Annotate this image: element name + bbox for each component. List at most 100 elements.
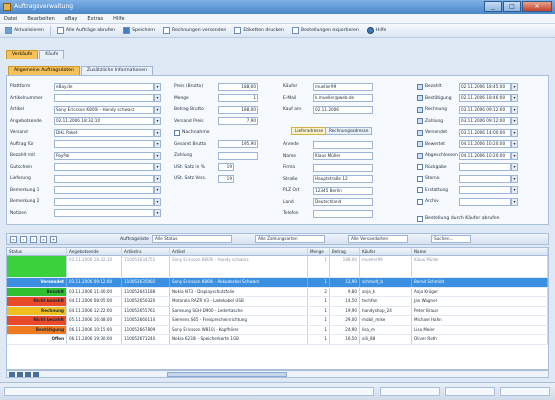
- status-checkbox[interactable]: [417, 129, 423, 136]
- column-header[interactable]: Betrag: [330, 248, 360, 255]
- field-input[interactable]: [54, 163, 154, 171]
- status-date-input[interactable]: 03.11.2006 09:12:00: [459, 105, 511, 114]
- field-input[interactable]: 12345 Berlin: [313, 186, 373, 195]
- status-date-input[interactable]: [459, 163, 511, 171]
- tab-sales[interactable]: Verkäufe: [6, 50, 39, 59]
- field-input[interactable]: eBay.de: [54, 82, 154, 91]
- maximize-button[interactable]: □: [503, 1, 521, 12]
- field-input[interactable]: [313, 140, 373, 149]
- field-input[interactable]: Sony Ericsson K800i - Handy schwarz: [54, 105, 154, 114]
- table-row[interactable]: 02.11.2006 18:32:10 110052634751 Sony Eric…: [7, 256, 548, 278]
- status-date-input[interactable]: [459, 186, 511, 194]
- table-row[interactable]: Nicht bezahlt 04.11.2006 08:05:00 11005265…: [7, 297, 548, 307]
- tab-purchases[interactable]: Käufe: [39, 50, 65, 59]
- column-header[interactable]: Artikel: [170, 248, 308, 255]
- field-input[interactable]: mueller99: [313, 82, 373, 91]
- status-checkbox[interactable]: [417, 198, 423, 205]
- record-nav-last[interactable]: [33, 371, 39, 377]
- column-header[interactable]: Käufer: [360, 248, 412, 255]
- table-row[interactable]: Offen 06.11.2006 19:30:00 110052671240 Noki…: [7, 335, 548, 345]
- field-input[interactable]: Hauptstraße 12: [313, 175, 373, 183]
- menu-item-extras[interactable]: Extras: [87, 16, 103, 22]
- fetch-order-checkbox[interactable]: [417, 215, 423, 222]
- cash-on-delivery-checkbox[interactable]: [174, 129, 180, 136]
- refresh-button[interactable]: Aktualisieren: [3, 26, 46, 36]
- record-nav-first[interactable]: [9, 371, 15, 377]
- table-row[interactable]: Bestätigung 06.11.2006 10:15:00 1100526678…: [7, 325, 548, 335]
- help-button[interactable]: Hilfe: [365, 26, 388, 36]
- menu-item-file[interactable]: Datei: [4, 16, 17, 22]
- fetch-orders-button[interactable]: Alle Aufträge abrufen: [55, 26, 117, 36]
- chevron-down-icon[interactable]: ▾: [154, 105, 161, 114]
- column-header[interactable]: Name: [412, 248, 548, 255]
- close-button[interactable]: ✕: [522, 1, 552, 12]
- column-header[interactable]: Artikelnr.: [122, 248, 170, 255]
- field-input[interactable]: 02.11.2006: [313, 105, 373, 114]
- field-input[interactable]: Klaus Müller: [313, 152, 373, 160]
- field-input[interactable]: [54, 197, 154, 206]
- chevron-down-icon[interactable]: ▾: [154, 163, 161, 171]
- status-checkbox[interactable]: [417, 164, 423, 170]
- table-row[interactable]: Versendet 03.11.2006 09:12:00 110052635002…: [7, 278, 548, 288]
- table-scrollbar[interactable]: [6, 370, 549, 378]
- field-input[interactable]: 02.11.2006 18:32:10: [54, 117, 154, 125]
- chevron-down-icon[interactable]: ▾: [154, 82, 161, 91]
- field-input[interactable]: 19: [218, 174, 234, 183]
- field-input[interactable]: [54, 174, 154, 183]
- field-input[interactable]: [313, 163, 373, 172]
- chevron-down-icon[interactable]: ▾: [511, 163, 518, 171]
- field-input[interactable]: 7,90: [218, 117, 258, 125]
- status-checkbox[interactable]: [417, 141, 423, 147]
- field-input[interactable]: 188,00: [218, 82, 258, 91]
- prev-record-icon[interactable]: ‹: [20, 235, 27, 243]
- record-nav-next[interactable]: [25, 371, 31, 377]
- menu-item-help[interactable]: Hilfe: [113, 16, 124, 22]
- menu-item-edit[interactable]: Bearbeiten: [27, 16, 54, 22]
- chevron-down-icon[interactable]: ▾: [511, 186, 518, 194]
- table-row[interactable]: Rechnung 04.11.2006 12:22:00 110052655761 S…: [7, 306, 548, 316]
- tab-general-order-data[interactable]: Allgemeine Auftragsdaten: [8, 66, 80, 75]
- tab-invoice-address[interactable]: Rechnungsadresse: [325, 127, 373, 135]
- field-input[interactable]: [54, 94, 154, 102]
- field-input[interactable]: [218, 151, 258, 160]
- field-input[interactable]: PayPal: [54, 151, 154, 160]
- field-input[interactable]: k.mueller@web.de: [313, 94, 373, 102]
- field-input[interactable]: 1: [218, 94, 258, 102]
- status-date-input[interactable]: 04.11.2006 10:20:00: [459, 140, 511, 148]
- chevron-down-icon[interactable]: ▾: [511, 174, 518, 183]
- status-checkbox[interactable]: [417, 152, 423, 159]
- field-input[interactable]: 195,90: [218, 140, 258, 148]
- tab-delivery-address[interactable]: Lieferadresse: [291, 127, 328, 135]
- status-checkbox[interactable]: [417, 106, 423, 113]
- field-input[interactable]: [313, 209, 373, 218]
- status-date-input[interactable]: [459, 174, 511, 183]
- status-checkbox[interactable]: [417, 118, 423, 124]
- send-invoices-button[interactable]: Rechnungen versenden: [161, 26, 228, 36]
- status-checkbox[interactable]: [417, 175, 423, 182]
- chevron-down-icon[interactable]: ▾: [511, 151, 518, 160]
- status-date-input[interactable]: 03.11.2006 14:00:00: [459, 128, 511, 137]
- status-date-input[interactable]: 03.11.2006 09:12:00: [459, 117, 511, 125]
- field-input[interactable]: [54, 186, 154, 194]
- scroll-thumb[interactable]: [167, 372, 287, 377]
- next-record-icon[interactable]: ›: [30, 235, 37, 243]
- column-header[interactable]: Menge: [308, 248, 330, 255]
- chevron-down-icon[interactable]: ▾: [511, 140, 518, 148]
- chevron-down-icon[interactable]: ▾: [154, 174, 161, 183]
- status-date-input[interactable]: [459, 197, 511, 206]
- chevron-down-icon[interactable]: ▾: [511, 94, 518, 102]
- chevron-down-icon[interactable]: ▾: [154, 117, 161, 125]
- search-input[interactable]: Suchen...: [430, 235, 471, 243]
- chevron-down-icon[interactable]: ▾: [511, 82, 518, 91]
- table-row[interactable]: Nicht bezahlt 05.11.2006 16:48:00 11005266…: [7, 316, 548, 326]
- last-record-icon[interactable]: »: [40, 235, 47, 243]
- status-date-input[interactable]: 02.11.2006 18:46:00: [459, 94, 511, 102]
- first-record-icon[interactable]: «: [10, 235, 17, 243]
- payment-filter-select[interactable]: Alle Zahlungsarten: [254, 235, 325, 243]
- chevron-down-icon[interactable]: ▾: [154, 186, 161, 194]
- table-row[interactable]: Bezahlt 03.11.2006 11:40:00 110052641188 No…: [7, 287, 548, 297]
- status-checkbox[interactable]: [417, 187, 423, 193]
- status-date-input[interactable]: 04.11.2006 10:20:00: [459, 151, 511, 160]
- column-header[interactable]: Angebotsende: [67, 248, 122, 255]
- status-checkbox[interactable]: [417, 83, 423, 90]
